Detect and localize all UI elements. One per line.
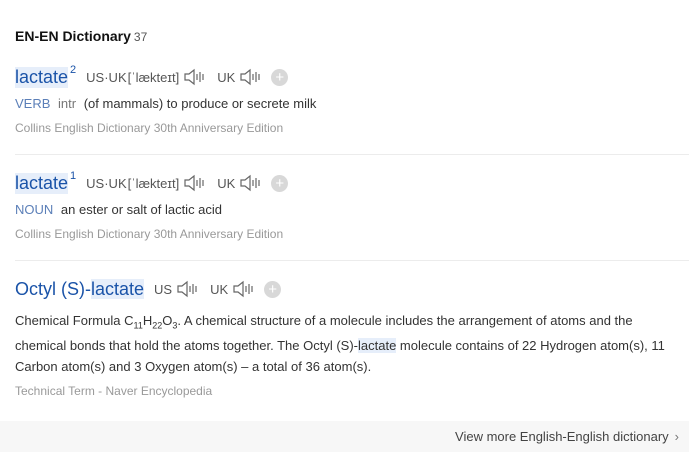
pron-label-uk: UK — [217, 69, 236, 85]
entry-header: Octyl (S)-lactate US UK + — [15, 276, 689, 302]
speaker-icon[interactable] — [239, 68, 263, 86]
entry-source: Collins English Dictionary 30th Annivers… — [15, 121, 284, 135]
definition-text: an ester or salt of lactic acid — [60, 202, 223, 217]
section-title: EN-EN Dictionary 37 — [15, 28, 147, 44]
chevron-right-icon: › — [674, 429, 679, 444]
def-keyword: lactate — [358, 338, 397, 354]
phonetic: [ˈlækteɪt] — [127, 69, 180, 85]
entry-header: lactate 1 US·UK [ˈlækteɪt] UK + — [15, 170, 689, 196]
word-prefix: Octyl (S)- — [15, 278, 91, 299]
definition-row: NOUN an ester or salt of lactic acid — [15, 202, 689, 217]
view-more-label: View more English-English dictionary — [455, 429, 669, 444]
entry-source: Technical Term - Naver Encyclopedia — [15, 384, 213, 399]
pron-label-uk: UK — [210, 281, 229, 297]
entry-header: lactate 2 US·UK [ˈlækteɪt] UK + — [15, 64, 689, 90]
word-keyword: lactate — [91, 278, 145, 299]
pron-label-uk: UK — [217, 175, 236, 191]
speaker-icon[interactable] — [232, 280, 256, 298]
result-count: 37 — [133, 30, 148, 44]
formula-h: H — [142, 313, 153, 328]
speaker-icon[interactable] — [183, 174, 207, 192]
grammar-label: intr — [58, 96, 77, 111]
plus-icon[interactable]: + — [271, 68, 289, 86]
subscript-h: 22 — [152, 320, 163, 331]
pron-label-us-uk: US·UK — [86, 175, 127, 191]
dictionary-entry: lactate 2 US·UK [ˈlækteɪt] UK + VERB int… — [15, 64, 689, 155]
speaker-icon[interactable] — [239, 174, 263, 192]
pron-label-us: US — [154, 281, 173, 297]
formula-o: O — [162, 313, 173, 328]
part-of-speech: VERB — [15, 96, 51, 111]
def-lead: Chemical Formula C — [15, 313, 134, 328]
plus-icon[interactable]: + — [271, 174, 289, 192]
definition-text: Chemical Formula C11H22O3. A chemical st… — [15, 311, 685, 377]
view-more-link[interactable]: View more English-English dictionary › — [455, 429, 679, 444]
dictionary-entry: lactate 1 US·UK [ˈlækteɪt] UK + NOUN an … — [15, 170, 689, 261]
subscript-c: 11 — [133, 320, 143, 331]
part-of-speech: NOUN — [15, 202, 54, 217]
dictionary-panel: EN-EN Dictionary 37 lactate 2 US·UK [ˈlæk… — [0, 0, 689, 452]
speaker-icon[interactable] — [183, 68, 207, 86]
entry-source: Collins English Dictionary 30th Annivers… — [15, 227, 284, 241]
speaker-icon[interactable] — [176, 280, 200, 298]
homograph-number: 2 — [70, 64, 77, 76]
pron-label-us-uk: US·UK — [86, 69, 127, 85]
definition-text: (of mammals) to produce or secrete milk — [83, 96, 317, 111]
dictionary-entry: Octyl (S)-lactate US UK + Chemical Formu… — [15, 276, 689, 398]
plus-icon[interactable]: + — [264, 280, 282, 298]
homograph-number: 1 — [70, 170, 77, 182]
entry-word-link[interactable]: lactate — [15, 66, 69, 88]
section-title-text: EN-EN Dictionary — [15, 28, 131, 44]
definition-row: VERB intr (of mammals) to produce or sec… — [15, 96, 689, 111]
entry-word-link[interactable]: lactate — [15, 172, 69, 194]
footer: View more English-English dictionary › — [0, 421, 689, 452]
phonetic: [ˈlækteɪt] — [127, 175, 180, 191]
entry-word-link[interactable]: Octyl (S)-lactate — [15, 278, 145, 300]
